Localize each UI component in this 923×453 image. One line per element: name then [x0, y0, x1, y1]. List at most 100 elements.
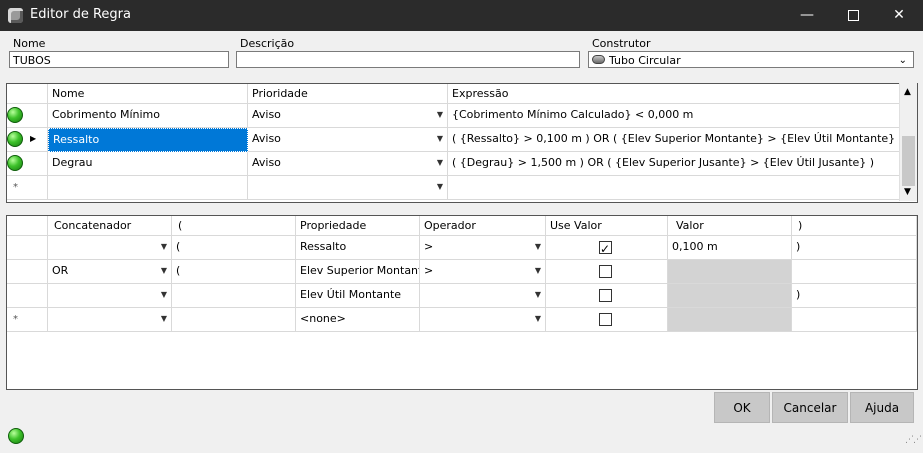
rule-expression-cell[interactable]: ( {Degrau} > 1,500 m ) OR ( {Elev Superi… [448, 152, 900, 176]
chevron-down-icon[interactable]: ▼ [535, 260, 541, 282]
chevron-down-icon: ⌄ [898, 55, 907, 66]
value-cell-disabled [668, 284, 792, 308]
rule-name-cell[interactable]: Cobrimento Mínimo [48, 104, 248, 128]
rule-priority-cell-new[interactable]: ▼ [248, 176, 448, 200]
rule-name-cell[interactable]: Degrau [48, 152, 248, 176]
current-row-arrow-icon: ▶ [30, 134, 37, 143]
close-paren-cell[interactable]: ) [792, 284, 917, 308]
description-group: Descrição [236, 33, 580, 73]
ok-button[interactable]: OK [714, 392, 770, 423]
concat-cell[interactable]: ▼ [48, 284, 172, 308]
chevron-down-icon[interactable]: ▼ [535, 236, 541, 258]
name-input[interactable]: TUBOS [9, 51, 229, 68]
rules-grid: Nome Prioridade Expressão Cobrimento Mín… [6, 83, 918, 203]
builder-group: Construtor Tubo Circular ⌄ [588, 33, 914, 73]
operator-cell[interactable]: ▼ [420, 308, 546, 332]
table-row-header[interactable] [7, 236, 48, 260]
table-row-header[interactable]: ▶ [7, 128, 48, 152]
name-label: Nome [13, 37, 46, 50]
table-row-header[interactable] [7, 284, 48, 308]
description-input[interactable] [236, 51, 580, 68]
concat-cell[interactable]: ▼ [48, 236, 172, 260]
operator-value: > [424, 264, 434, 277]
col-header-priority[interactable]: Prioridade [248, 84, 448, 104]
app-icon [8, 8, 23, 23]
chevron-down-icon[interactable]: ▼ [161, 308, 167, 330]
use-value-cell[interactable] [546, 284, 668, 308]
chevron-down-icon[interactable]: ▼ [161, 260, 167, 282]
table-row-header[interactable] [7, 260, 48, 284]
cancel-button[interactable]: Cancelar [772, 392, 848, 423]
rule-priority-cell[interactable]: Aviso ▼ [248, 104, 448, 128]
rules-scrollbar[interactable]: ▲ ▼ [899, 83, 917, 201]
use-value-checkbox[interactable] [599, 313, 612, 326]
chevron-down-icon[interactable]: ▼ [437, 128, 443, 150]
close-button[interactable]: ✕ [876, 0, 922, 31]
chevron-down-icon[interactable]: ▼ [161, 236, 167, 258]
property-cell[interactable]: Elev Superior Montante [296, 260, 420, 284]
chevron-down-icon[interactable]: ▼ [535, 284, 541, 306]
table-row-header-new[interactable]: * [7, 308, 48, 332]
col-header-use-value[interactable]: Use Valor [546, 216, 668, 236]
col-header-concatenator[interactable]: Concatenador [48, 216, 172, 236]
concat-cell[interactable]: OR ▼ [48, 260, 172, 284]
col-header-close-paren[interactable]: ) [792, 216, 917, 236]
property-cell[interactable]: <none> [296, 308, 420, 332]
rule-expression-cell[interactable]: ( {Ressalto} > 0,100 m ) OR ( {Elev Supe… [448, 128, 900, 152]
property-cell[interactable]: Ressalto [296, 236, 420, 260]
operator-cell[interactable]: > ▼ [420, 260, 546, 284]
table-row-header[interactable] [7, 152, 48, 176]
close-paren-cell[interactable]: ) [792, 236, 917, 260]
minimize-button[interactable]: — [784, 0, 830, 31]
col-header-expression[interactable]: Expressão [448, 84, 900, 104]
use-value-checkbox[interactable] [599, 238, 612, 259]
col-header-operator[interactable]: Operador [420, 216, 546, 236]
col-header-property[interactable]: Propriedade [296, 216, 420, 236]
chevron-down-icon[interactable]: ▼ [437, 176, 443, 198]
chevron-down-icon[interactable]: ▼ [535, 308, 541, 330]
window-title: Editor de Regra [30, 7, 131, 22]
use-value-checkbox[interactable] [599, 265, 612, 278]
chevron-down-icon[interactable]: ▼ [437, 104, 443, 126]
open-paren-cell[interactable]: ( [172, 260, 296, 284]
table-row-header[interactable] [7, 104, 48, 128]
builder-select[interactable]: Tubo Circular ⌄ [588, 51, 914, 68]
rule-expression-cell[interactable]: {Cobrimento Mínimo Calculado} < 0,000 m [448, 104, 900, 128]
resize-grip-icon[interactable]: ⋰⋰ [905, 435, 922, 445]
rule-priority-cell[interactable]: Aviso ▼ [248, 128, 448, 152]
scroll-thumb[interactable] [902, 136, 915, 186]
col-header-open-paren[interactable]: ( [172, 216, 296, 236]
concat-cell[interactable]: ▼ [48, 308, 172, 332]
rule-expression-cell-new[interactable] [448, 176, 900, 200]
value-cell[interactable]: 0,100 m [668, 236, 792, 260]
close-paren-cell[interactable] [792, 308, 917, 332]
concat-value: OR [52, 264, 69, 277]
close-paren-cell[interactable] [792, 260, 917, 284]
rule-name-cell-selected[interactable]: Ressalto [48, 128, 248, 152]
use-value-cell[interactable] [546, 236, 668, 260]
rule-priority-cell[interactable]: Aviso ▼ [248, 152, 448, 176]
open-paren-cell[interactable] [172, 308, 296, 332]
chevron-down-icon[interactable]: ▼ [161, 284, 167, 306]
chevron-down-icon[interactable]: ▼ [437, 152, 443, 174]
builder-value: Tubo Circular [609, 54, 681, 67]
use-value-cell[interactable] [546, 308, 668, 332]
property-cell[interactable]: Elev Útil Montante [296, 284, 420, 308]
col-header-name[interactable]: Nome [48, 84, 248, 104]
open-paren-cell[interactable]: ( [172, 236, 296, 260]
col-header-value[interactable]: Valor [668, 216, 792, 236]
maximize-button[interactable] [830, 0, 876, 31]
row-header-corner [7, 84, 48, 104]
scroll-down-icon[interactable]: ▼ [904, 187, 911, 197]
operator-cell[interactable]: > ▼ [420, 236, 546, 260]
open-paren-cell[interactable] [172, 284, 296, 308]
name-group: Nome TUBOS [9, 33, 229, 73]
value-cell-disabled [668, 308, 792, 332]
scroll-up-icon[interactable]: ▲ [904, 87, 911, 97]
use-value-checkbox[interactable] [599, 289, 612, 302]
help-button[interactable]: Ajuda [850, 392, 914, 423]
operator-cell[interactable]: ▼ [420, 284, 546, 308]
table-row-header-new[interactable]: * [7, 176, 48, 200]
use-value-cell[interactable] [546, 260, 668, 284]
rule-name-cell-new[interactable] [48, 176, 248, 200]
